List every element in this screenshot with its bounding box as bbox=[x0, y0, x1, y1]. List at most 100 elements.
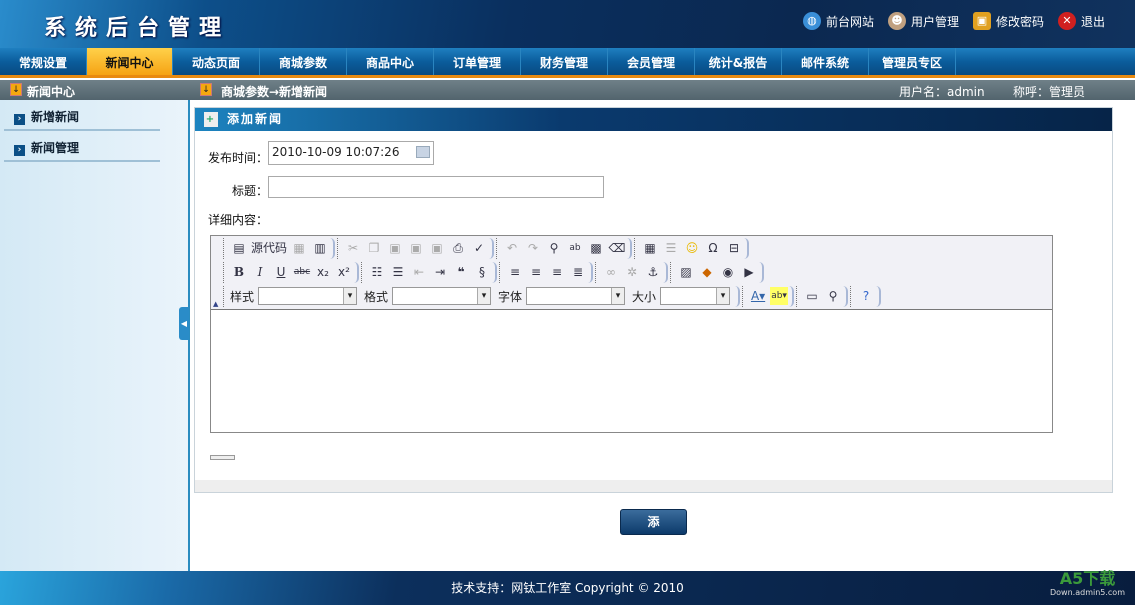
redo-icon[interactable]: ↷ bbox=[524, 239, 542, 257]
bold-icon[interactable]: B bbox=[230, 263, 248, 281]
page-break-icon[interactable]: ⊟ bbox=[725, 239, 743, 257]
title-input[interactable] bbox=[268, 176, 604, 198]
bullet-list-icon[interactable]: ☰ bbox=[389, 263, 407, 281]
change-password-link[interactable]: ▣ 修改密码 bbox=[972, 12, 1044, 30]
special-char-icon[interactable]: Ω bbox=[704, 239, 722, 257]
select-all-icon[interactable]: ▩ bbox=[587, 239, 605, 257]
strikethrough-icon[interactable]: abc bbox=[293, 263, 311, 281]
underline-icon[interactable]: U bbox=[272, 263, 290, 281]
help-icon[interactable]: ? bbox=[857, 287, 875, 305]
link-label: 修改密码 bbox=[995, 14, 1044, 29]
tab-product-center[interactable]: 商品中心 bbox=[347, 48, 434, 75]
logout-link[interactable]: ✕ 退出 bbox=[1057, 12, 1105, 30]
copy-icon[interactable]: ❐ bbox=[365, 239, 383, 257]
lock-icon: ▣ bbox=[972, 12, 991, 30]
paste-word-icon[interactable]: ▣ bbox=[428, 239, 446, 257]
iframe-icon[interactable]: ▶ bbox=[740, 263, 758, 281]
paste-text-icon[interactable]: ▣ bbox=[407, 239, 425, 257]
align-justify-icon[interactable]: ≣ bbox=[569, 263, 587, 281]
new-page-icon[interactable]: ▥ bbox=[311, 239, 329, 257]
font-select[interactable]: 字体 bbox=[498, 287, 626, 305]
tab-finance[interactable]: 财务管理 bbox=[521, 48, 608, 75]
format-dropdown[interactable] bbox=[392, 287, 492, 305]
username: 用户名：admin bbox=[899, 85, 985, 99]
paste-icon[interactable]: ▣ bbox=[386, 239, 404, 257]
undo-icon[interactable]: ↶ bbox=[503, 239, 521, 257]
bg-color-icon[interactable]: ab▾ bbox=[770, 287, 789, 305]
align-left-icon[interactable]: ≡ bbox=[506, 263, 524, 281]
font-dropdown[interactable] bbox=[526, 287, 626, 305]
anchor-icon[interactable]: ⚓ bbox=[644, 263, 662, 281]
sidebar-item-news-management[interactable]: › 新闻管理 bbox=[4, 138, 160, 162]
tab-orders[interactable]: 订单管理 bbox=[434, 48, 521, 75]
superscript-icon[interactable]: x² bbox=[335, 263, 353, 281]
tab-dynamic-pages[interactable]: 动态页面 bbox=[173, 48, 260, 75]
print-icon[interactable]: ⎙ bbox=[449, 239, 467, 257]
watermark-subtext: Down.admin5.com bbox=[1050, 588, 1125, 597]
unlink-icon[interactable]: ✲ bbox=[623, 263, 641, 281]
collapse-toolbar-icon[interactable]: ▲ bbox=[213, 300, 218, 308]
editor-resize-handle[interactable] bbox=[210, 455, 235, 460]
chevron-right-icon: › bbox=[14, 114, 25, 125]
text-color-icon[interactable]: A▾ bbox=[749, 287, 767, 305]
indent-icon[interactable]: ⇥ bbox=[431, 263, 449, 281]
style-dropdown[interactable] bbox=[258, 287, 358, 305]
horizontal-rule-icon[interactable]: ☰ bbox=[662, 239, 680, 257]
align-center-icon[interactable]: ≡ bbox=[527, 263, 545, 281]
remove-format-icon[interactable]: ⌫ bbox=[608, 239, 626, 257]
tab-members[interactable]: 会员管理 bbox=[608, 48, 695, 75]
ordered-list-icon[interactable]: ☷ bbox=[368, 263, 386, 281]
source-button[interactable]: 源代码 bbox=[251, 239, 287, 257]
save-icon[interactable]: ▦ bbox=[290, 239, 308, 257]
main-nav: 常规设置 新闻中心 动态页面 商城参数 商品中心 订单管理 财务管理 会员管理 … bbox=[0, 48, 1135, 78]
flash-icon[interactable]: ◆ bbox=[698, 263, 716, 281]
tab-mail[interactable]: 邮件系统 bbox=[782, 48, 869, 75]
preview-icon[interactable]: ⚲ bbox=[824, 287, 842, 305]
cut-icon[interactable]: ✂ bbox=[344, 239, 362, 257]
collapse-sidebar-button[interactable]: ◀ bbox=[179, 307, 189, 340]
maximize-icon[interactable]: ▭ bbox=[803, 287, 821, 305]
subscript-icon[interactable]: x₂ bbox=[314, 263, 332, 281]
footer-text: 技术支持：网钛工作室 Copyright © 2010 bbox=[451, 581, 684, 595]
image-icon[interactable]: ▨ bbox=[677, 263, 695, 281]
user-management-link[interactable]: ☻ 用户管理 bbox=[887, 12, 959, 30]
calendar-icon[interactable] bbox=[416, 146, 430, 158]
size-dropdown[interactable] bbox=[660, 287, 731, 305]
blockquote-icon[interactable]: ❝ bbox=[452, 263, 470, 281]
tab-general-settings[interactable]: 常规设置 bbox=[0, 48, 87, 75]
front-site-link[interactable]: ◍ 前台网站 bbox=[802, 12, 874, 30]
tab-news-center[interactable]: 新闻中心 bbox=[87, 48, 173, 75]
spellcheck-icon[interactable]: ✓ bbox=[470, 239, 488, 257]
div-container-icon[interactable]: § bbox=[473, 263, 491, 281]
link-icon[interactable]: ∞ bbox=[602, 263, 620, 281]
editor-content-area[interactable] bbox=[211, 310, 1052, 432]
link-label: 退出 bbox=[1080, 14, 1105, 29]
publish-time-input[interactable]: 2010-10-09 10:07:26 bbox=[268, 141, 434, 165]
style-select[interactable]: 样式 bbox=[230, 287, 358, 305]
editor-toolbar: ▲ ▤ 源代码 ▦ ▥ ✂ ❐ ▣ ▣ ▣ ⎙ ✓ ↶ ↷ ⚲ ab ▩ ⌫ ▦ ☰ ☺ Ω ⊟ B I Uabc x₂… bbox=[211, 236, 1052, 310]
size-select[interactable]: 大小 bbox=[632, 287, 731, 305]
smiley-icon[interactable]: ☺ bbox=[683, 239, 701, 257]
find-icon[interactable]: ⚲ bbox=[545, 239, 563, 257]
globe-icon: ◍ bbox=[802, 12, 821, 30]
italic-icon[interactable]: I bbox=[251, 263, 269, 281]
replace-icon[interactable]: ab bbox=[566, 239, 584, 257]
add-button[interactable]: 添 加 bbox=[620, 509, 687, 553]
tab-admin[interactable]: 管理员专区 bbox=[869, 48, 956, 75]
media-icon[interactable]: ◉ bbox=[719, 263, 737, 281]
tab-stats[interactable]: 统计&报告 bbox=[695, 48, 782, 75]
format-label: 格式 bbox=[364, 289, 389, 304]
section-title: 新闻中心 bbox=[27, 85, 76, 99]
align-right-icon[interactable]: ≡ bbox=[548, 263, 566, 281]
sidebar-item-add-news[interactable]: › 新增新闻 bbox=[4, 107, 160, 131]
tab-mall-params[interactable]: 商城参数 bbox=[260, 48, 347, 75]
rich-text-editor: ▲ ▤ 源代码 ▦ ▥ ✂ ❐ ▣ ▣ ▣ ⎙ ✓ ↶ ↷ ⚲ ab ▩ ⌫ ▦ ☰ ☺ Ω ⊟ B I Uabc x₂… bbox=[210, 235, 1053, 433]
table-icon[interactable]: ▦ bbox=[641, 239, 659, 257]
outdent-icon[interactable]: ⇤ bbox=[410, 263, 428, 281]
format-select[interactable]: 格式 bbox=[364, 287, 492, 305]
sidebar-item-label: 新闻管理 bbox=[31, 141, 80, 155]
style-label: 样式 bbox=[230, 289, 255, 304]
source-icon: ▤ bbox=[233, 241, 245, 255]
publish-time-value: 2010-10-09 10:07:26 bbox=[272, 145, 400, 159]
app-title: 系统后台管理 bbox=[44, 16, 231, 41]
